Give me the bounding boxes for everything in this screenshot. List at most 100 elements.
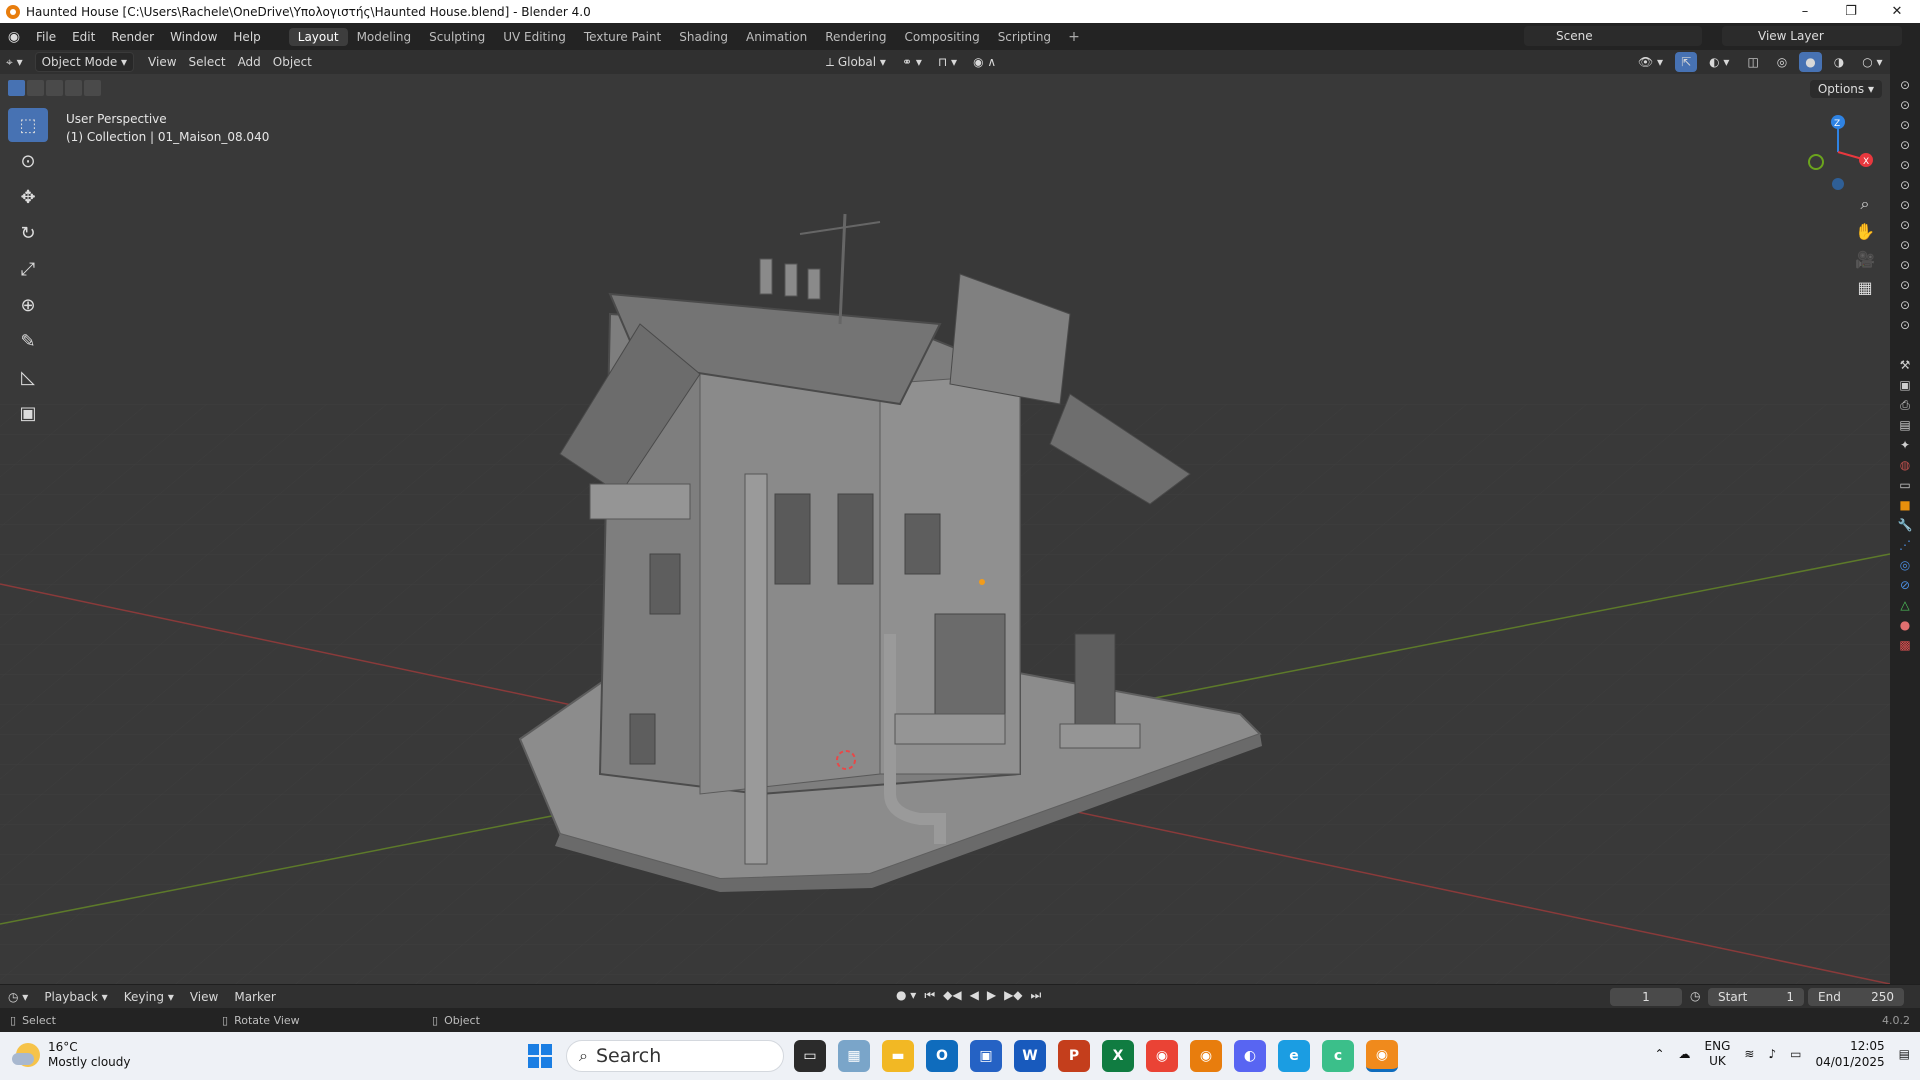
current-frame-field[interactable]: 1: [1610, 988, 1682, 1006]
add-workspace-button[interactable]: +: [1060, 29, 1088, 45]
outliner-camera-icon[interactable]: ⊙: [1890, 258, 1920, 278]
blender-active-icon[interactable]: ◉: [1366, 1040, 1398, 1072]
menu-view[interactable]: View: [142, 52, 182, 72]
menu-select[interactable]: Select: [183, 52, 232, 72]
outliner-camera-icon[interactable]: ⊙: [1890, 298, 1920, 318]
shading-rendered-icon[interactable]: ○ ▾: [1856, 52, 1888, 72]
chrome-icon[interactable]: ◉: [1146, 1040, 1178, 1072]
cursor-tool[interactable]: ⊙: [8, 144, 48, 178]
outlook-icon[interactable]: O: [926, 1040, 958, 1072]
select-mode-extend-icon[interactable]: [27, 80, 44, 96]
outliner-camera-icon[interactable]: ⊙: [1890, 118, 1920, 138]
measure-tool[interactable]: ◺: [8, 360, 48, 394]
minimize-button[interactable]: –: [1782, 0, 1828, 23]
shading-wireframe-icon[interactable]: ◎: [1771, 52, 1793, 72]
menu-add[interactable]: Add: [232, 52, 267, 72]
outliner-camera-icon[interactable]: ⊙: [1890, 238, 1920, 258]
maximize-button[interactable]: ❐: [1828, 0, 1874, 23]
select-mode-invert-icon[interactable]: [65, 80, 82, 96]
store-icon[interactable]: ▣: [970, 1040, 1002, 1072]
battery-icon[interactable]: ▭: [1790, 1047, 1801, 1061]
shading-solid-icon[interactable]: ●: [1799, 52, 1822, 72]
shading-material-icon[interactable]: ◑: [1828, 52, 1850, 72]
options-dropdown[interactable]: Options ▾: [1809, 80, 1882, 98]
outliner-camera-icon[interactable]: ⊙: [1890, 178, 1920, 198]
move-tool[interactable]: ✥: [8, 180, 48, 214]
scene-selector[interactable]: Scene: [1524, 26, 1702, 46]
stopwatch-icon[interactable]: ◷: [1690, 989, 1700, 1003]
prev-keyframe-icon[interactable]: ◆◀: [943, 988, 961, 1003]
menu-edit[interactable]: Edit: [64, 30, 103, 44]
tab-modeling[interactable]: Modeling: [348, 28, 421, 46]
widgets-app-icon[interactable]: ▦: [838, 1040, 870, 1072]
output-properties-icon[interactable]: ⎙: [1890, 398, 1920, 418]
next-keyframe-icon[interactable]: ▶◆: [1004, 988, 1022, 1003]
timeline-menu-marker[interactable]: Marker: [226, 990, 283, 1004]
physics-properties-icon[interactable]: ◎: [1890, 558, 1920, 578]
tab-texture-paint[interactable]: Texture Paint: [575, 28, 670, 46]
file-explorer-icon[interactable]: ▬: [882, 1040, 914, 1072]
jump-end-icon[interactable]: ⏭: [1031, 988, 1042, 1003]
clock[interactable]: 12:05 04/01/2025: [1815, 1038, 1884, 1070]
editor-type-icon[interactable]: ⌖ ▾: [0, 52, 29, 72]
ortho-grid-icon[interactable]: ▦: [1852, 278, 1878, 306]
outliner-camera-icon[interactable]: ⊙: [1890, 138, 1920, 158]
outliner-camera-icon[interactable]: ⊙: [1890, 78, 1920, 98]
camera-icon[interactable]: 🎥: [1852, 250, 1878, 278]
outliner-camera-icon[interactable]: ⊙: [1890, 158, 1920, 178]
windows-start-icon[interactable]: [528, 1044, 552, 1068]
tool-properties-icon[interactable]: ⚒: [1890, 358, 1920, 378]
onedrive-icon[interactable]: ☁: [1679, 1047, 1691, 1061]
wifi-icon[interactable]: ≋: [1744, 1047, 1754, 1061]
menu-object[interactable]: Object: [267, 52, 318, 72]
play-icon[interactable]: ▶: [987, 988, 996, 1003]
data-properties-icon[interactable]: △: [1890, 598, 1920, 618]
select-box-tool[interactable]: ⬚: [8, 108, 48, 142]
language-indicator[interactable]: ENG UK: [1705, 1039, 1731, 1069]
select-mode-subtract-icon[interactable]: [46, 80, 63, 96]
timeline-menu-keying[interactable]: Keying ▾: [116, 990, 182, 1004]
gizmo-y-axis[interactable]: [1808, 154, 1824, 170]
tab-shading[interactable]: Shading: [670, 28, 737, 46]
play-reverse-icon[interactable]: ◀: [970, 988, 979, 1003]
rotate-tool[interactable]: ↻: [8, 216, 48, 250]
powerpoint-icon[interactable]: P: [1058, 1040, 1090, 1072]
weather-widget[interactable]: 16°C Mostly cloudy: [12, 1040, 131, 1070]
constraints-properties-icon[interactable]: ⊘: [1890, 578, 1920, 598]
close-button[interactable]: ✕: [1874, 0, 1920, 23]
tab-rendering[interactable]: Rendering: [816, 28, 895, 46]
tab-scripting[interactable]: Scripting: [989, 28, 1060, 46]
modifier-properties-icon[interactable]: 🔧: [1890, 518, 1920, 538]
jump-start-icon[interactable]: ⏮: [924, 988, 935, 1003]
outliner-camera-icon[interactable]: ⊙: [1890, 318, 1920, 338]
render-properties-icon[interactable]: ▣: [1890, 378, 1920, 398]
discord-icon[interactable]: ◐: [1234, 1040, 1266, 1072]
tab-compositing[interactable]: Compositing: [895, 28, 988, 46]
visibility-icon[interactable]: 👁 ▾: [1632, 52, 1669, 72]
zoom-icon[interactable]: ⌕: [1852, 194, 1878, 222]
menu-file[interactable]: File: [28, 30, 64, 44]
edge-icon[interactable]: e: [1278, 1040, 1310, 1072]
pivot-icon[interactable]: ⚭ ▾: [896, 52, 928, 72]
tab-layout[interactable]: Layout: [288, 27, 348, 46]
notification-icon[interactable]: ▤: [1899, 1047, 1910, 1061]
outliner-camera-icon[interactable]: ⊙: [1890, 218, 1920, 238]
menu-help[interactable]: Help: [225, 30, 268, 44]
material-properties-icon[interactable]: ●: [1890, 618, 1920, 638]
scale-tool[interactable]: ⤢: [8, 252, 48, 286]
tab-uv-editing[interactable]: UV Editing: [494, 28, 575, 46]
blender-taskbar-icon[interactable]: ◉: [1190, 1040, 1222, 1072]
menu-window[interactable]: Window: [162, 30, 225, 44]
world-properties-icon[interactable]: ◍: [1890, 458, 1920, 478]
proportional-edit-icon[interactable]: ◉ ∧: [967, 52, 1002, 72]
cgtrader-icon[interactable]: c: [1322, 1040, 1354, 1072]
navigation-gizmo[interactable]: Z X: [1808, 110, 1878, 190]
3d-viewport[interactable]: User Perspective (1) Collection | 01_Mai…: [0, 74, 1890, 984]
task-view-icon[interactable]: ▭: [794, 1040, 826, 1072]
particles-properties-icon[interactable]: ⋰: [1890, 538, 1920, 558]
word-icon[interactable]: W: [1014, 1040, 1046, 1072]
orientation-dropdown[interactable]: ⟂ Global ▾: [820, 52, 892, 72]
taskbar-search[interactable]: ⌕ Search: [566, 1040, 784, 1072]
end-frame-field[interactable]: End 250: [1808, 988, 1904, 1006]
blender-logo-icon[interactable]: ◉: [0, 29, 28, 45]
